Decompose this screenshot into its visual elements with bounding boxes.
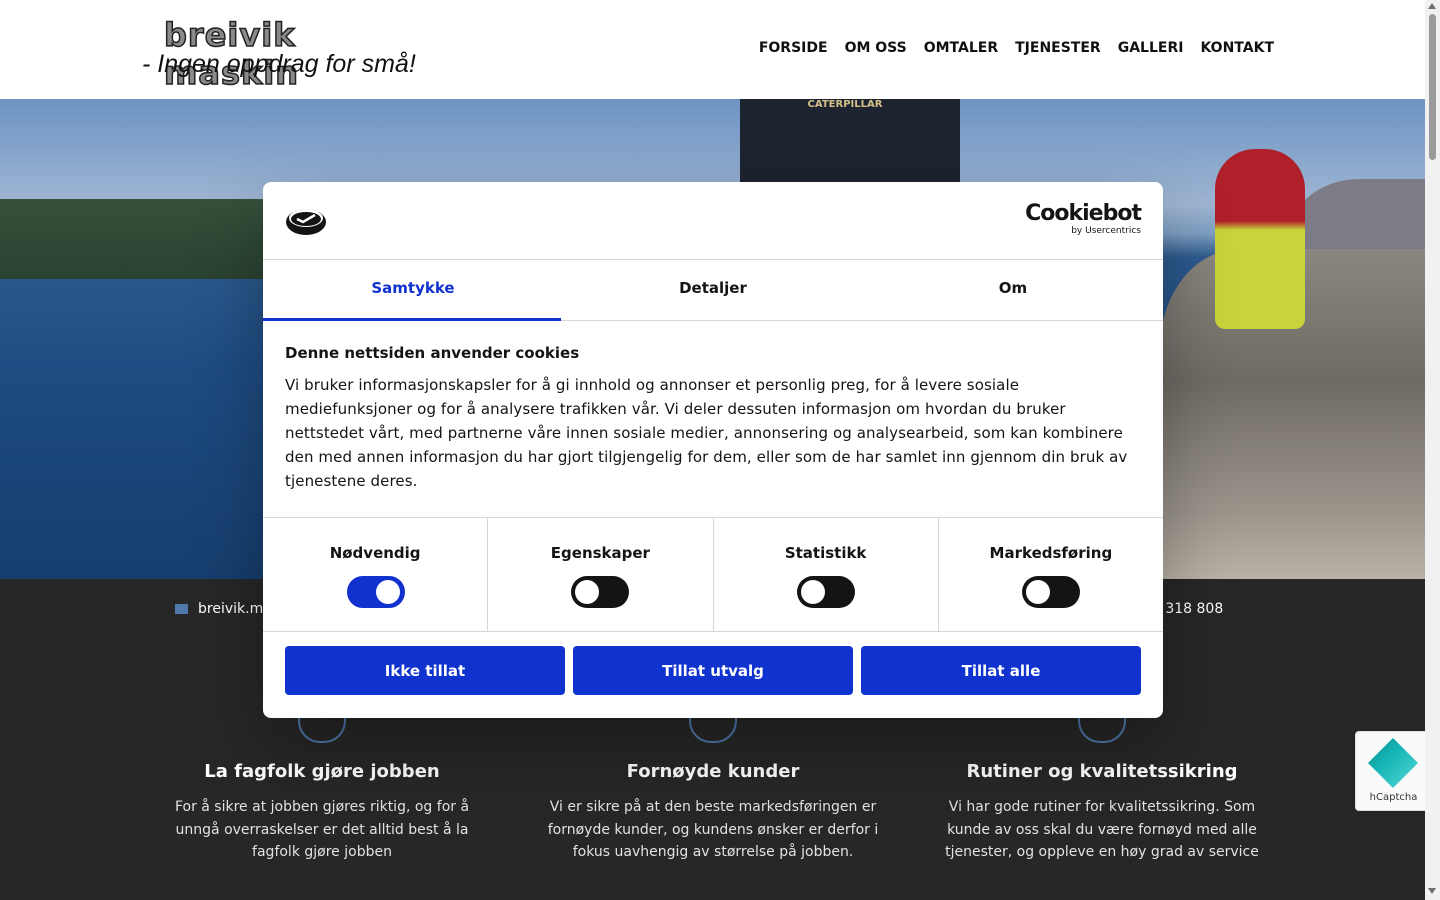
- tab-om[interactable]: Om: [863, 260, 1163, 320]
- brand-sub: by Usercentrics: [1071, 226, 1141, 236]
- dialog-tabs: Samtykke Detaljer Om: [263, 260, 1163, 321]
- nav-item-omtaler[interactable]: OMTALER: [924, 40, 998, 56]
- main-nav: FORSIDE OM OSS OMTALER TJENESTER GALLERI…: [759, 40, 1274, 56]
- excavator-label: CATERPILLAR: [807, 99, 883, 110]
- scroll-down-arrow-icon[interactable]: [1428, 888, 1436, 894]
- hcaptcha-icon: [1368, 738, 1418, 788]
- dialog-text: Vi bruker informasjonskapsler for å gi i…: [285, 376, 1128, 490]
- brand-name: Cookiebot: [1025, 201, 1142, 226]
- preferences-switch[interactable]: [571, 576, 630, 608]
- toggle-label: Markedsføring: [989, 544, 1113, 562]
- hcaptcha-label: hCaptcha: [1369, 792, 1418, 803]
- statistics-switch[interactable]: [796, 576, 855, 608]
- cookiebot-brand[interactable]: Cookiebot by Usercentrics: [1025, 201, 1142, 237]
- scroll-up-arrow-icon[interactable]: [1428, 3, 1436, 9]
- hero-worker: [1215, 149, 1305, 329]
- toggle-necessary: Nødvendig: [263, 518, 489, 631]
- dialog-buttons: Ikke tillat Tillat utvalg Tillat alle: [285, 646, 1141, 695]
- dialog-header: Cookiebot by Usercentrics: [263, 182, 1163, 260]
- feature-title: La fagfolk gjøre jobben: [204, 761, 440, 782]
- nav-item-galleri[interactable]: GALLERI: [1118, 40, 1184, 56]
- nav-item-kontakt[interactable]: KONTAKT: [1200, 40, 1274, 56]
- consent-toggles: Nødvendig Egenskaper Statistikk Markedsf…: [263, 517, 1163, 632]
- hero-excavator: [740, 99, 960, 189]
- dialog-heading: Denne nettsiden anvender cookies: [285, 344, 580, 362]
- toggle-statistics: Statistikk: [714, 518, 939, 631]
- switch-knob: [1025, 580, 1050, 604]
- feature-text: For å sikre at jobben gjøres riktig, og …: [174, 799, 470, 860]
- site-header: breivik maskin - Ingen oppdrag for små! …: [0, 0, 1425, 99]
- deny-button[interactable]: Ikke tillat: [285, 646, 565, 695]
- nav-item-tjenester[interactable]: TJENESTER: [1015, 40, 1101, 56]
- scroll-thumb[interactable]: [1429, 14, 1436, 160]
- feature-text: Vi har gode rutiner for kvalitetssikring…: [945, 799, 1259, 860]
- logo-tagline: - Ingen oppdrag for små!: [142, 50, 416, 78]
- tab-detaljer[interactable]: Detaljer: [563, 260, 863, 320]
- feature-title: Fornøyde kunder: [626, 761, 800, 782]
- switch-knob: [575, 580, 600, 604]
- allow-all-button[interactable]: Tillat alle: [861, 646, 1141, 695]
- hcaptcha-badge[interactable]: hCaptcha: [1355, 731, 1432, 811]
- page-scrollbar[interactable]: [1425, 0, 1440, 900]
- necessary-switch[interactable]: [347, 576, 406, 608]
- marketing-switch[interactable]: [1021, 576, 1080, 608]
- toggle-marketing: Markedsføring: [939, 518, 1163, 631]
- nav-item-om-oss[interactable]: OM OSS: [845, 40, 907, 56]
- dialog-body: Denne nettsiden anvender cookies Vi bruk…: [285, 344, 1141, 493]
- feature-text: Vi er sikre på at den beste markedsførin…: [547, 799, 879, 860]
- toggle-label: Statistikk: [784, 544, 867, 562]
- feature-title: Rutiner og kvalitetssikring: [966, 761, 1238, 782]
- site-logo[interactable]: breivik maskin - Ingen oppdrag for små!: [142, 14, 432, 93]
- switch-knob: [800, 580, 825, 604]
- allow-selection-button[interactable]: Tillat utvalg: [573, 646, 853, 695]
- toggle-preferences: Egenskaper: [488, 518, 714, 631]
- toggle-label: Egenskaper: [550, 544, 650, 562]
- switch-knob: [376, 580, 401, 604]
- toggle-label: Nødvendig: [329, 544, 421, 562]
- tab-samtykke[interactable]: Samtykke: [263, 260, 563, 321]
- nav-item-forside[interactable]: FORSIDE: [759, 40, 828, 56]
- cookiebot-logo-icon: [286, 209, 326, 235]
- cookie-consent-dialog: Cookiebot by Usercentrics Samtykke Detal…: [263, 182, 1163, 718]
